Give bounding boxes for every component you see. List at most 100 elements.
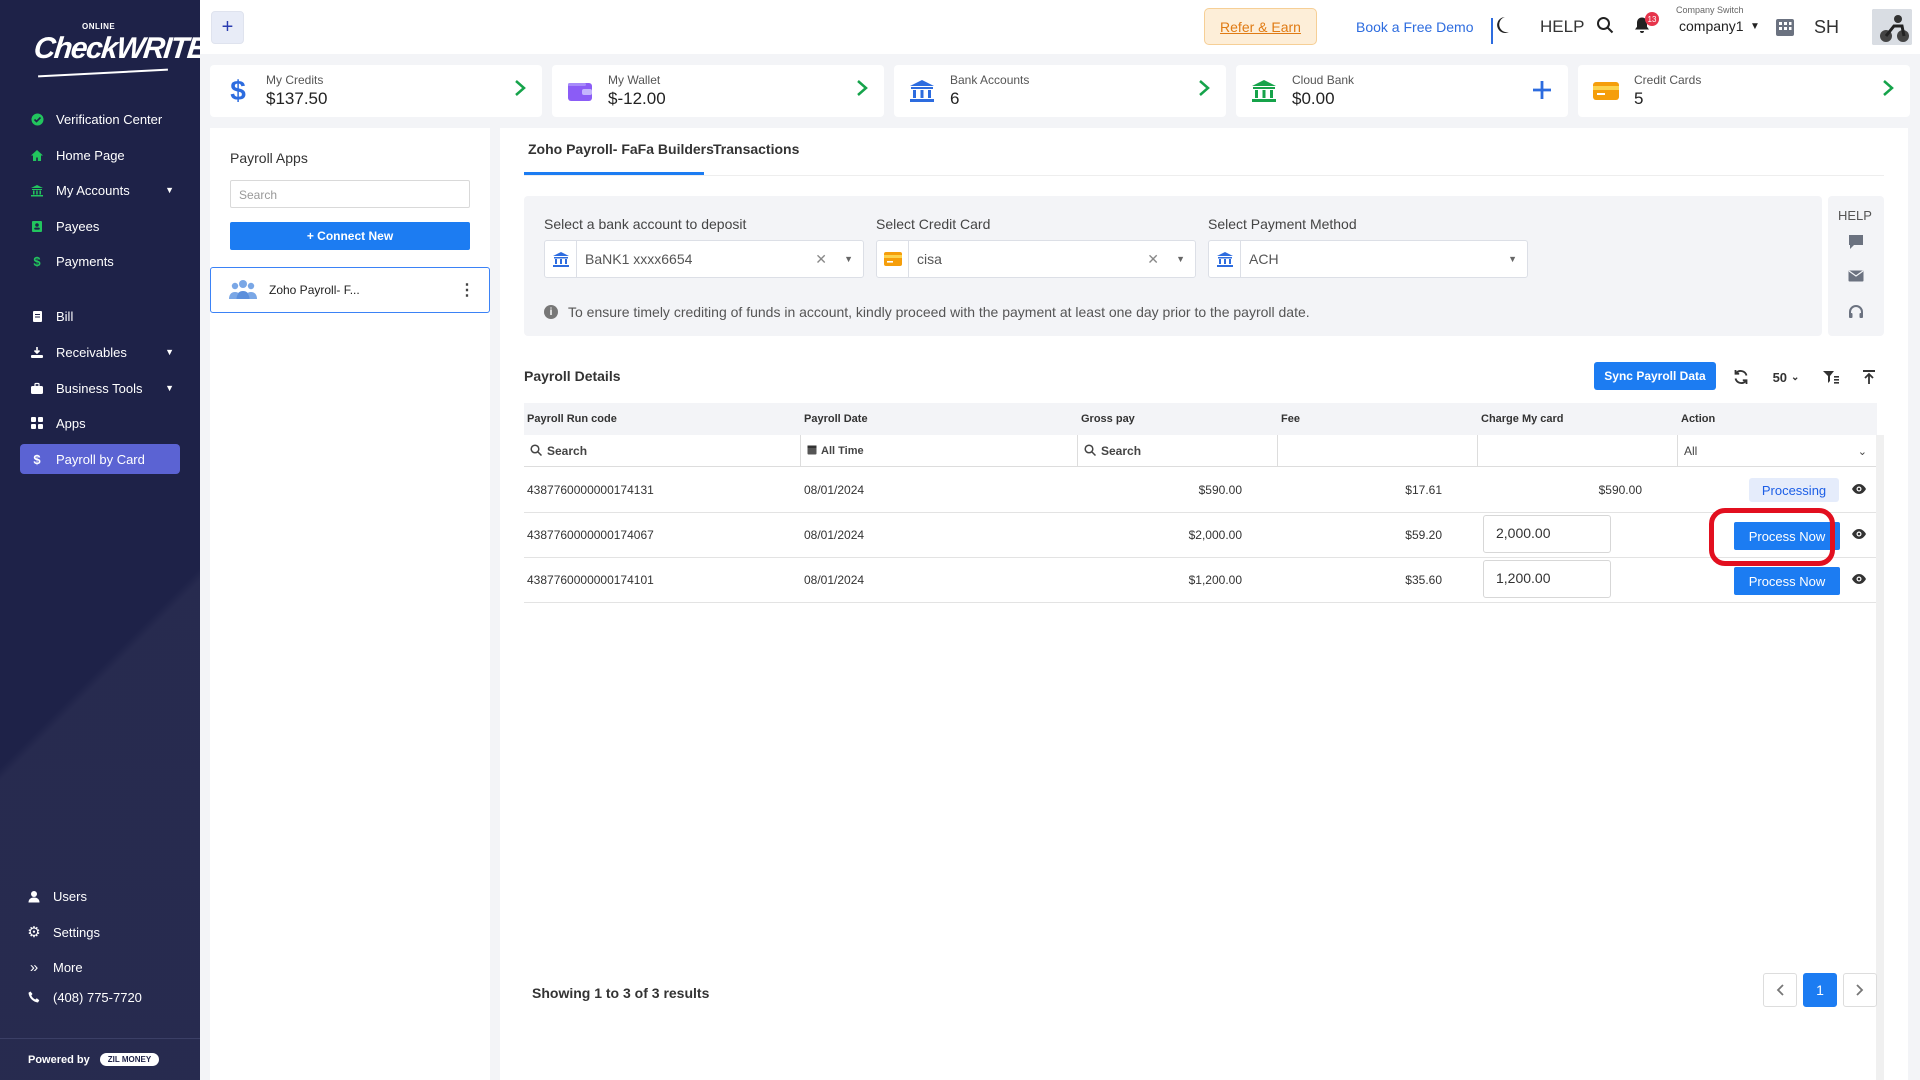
logo-text: CheckWRITER xyxy=(32,32,200,65)
column-header[interactable]: Gross pay xyxy=(1081,413,1135,425)
sidebar-item-payees[interactable]: Payees xyxy=(20,211,180,241)
tab-transactions[interactable]: Transactions xyxy=(713,141,799,157)
card-bank-accounts[interactable]: Bank Accounts 6 xyxy=(894,65,1226,117)
home-icon xyxy=(28,149,46,162)
refresh-icon[interactable] xyxy=(1726,364,1756,390)
phone-icon xyxy=(25,991,43,1003)
scroll-top-icon[interactable] xyxy=(1856,364,1882,390)
sidebar-item-more[interactable]: » More xyxy=(20,952,180,982)
headset-icon[interactable] xyxy=(1848,304,1864,323)
card-cloud-bank[interactable]: Cloud Bank $0.00 xyxy=(1236,65,1568,117)
caret-down-icon[interactable]: ▼ xyxy=(1750,21,1760,32)
clear-icon[interactable]: ✕ xyxy=(1147,251,1159,268)
caret-down-icon[interactable]: ▼ xyxy=(1176,254,1185,264)
sidebar-item-label: Bill xyxy=(56,308,74,324)
charge-amount-input[interactable]: 2,000.00 xyxy=(1483,515,1611,553)
payment-method-value: ACH xyxy=(1249,251,1279,267)
apps-search-input[interactable]: Search xyxy=(230,180,470,208)
notifications-bell-icon[interactable]: 13 xyxy=(1633,12,1659,38)
book-demo-link[interactable]: Book a Free Demo xyxy=(1356,19,1474,35)
checkwriter-logo[interactable]: ONLINE CheckWRITER xyxy=(30,20,200,80)
table-scrollbar[interactable] xyxy=(1876,435,1884,1080)
company-select[interactable]: company1 xyxy=(1679,18,1744,34)
user-initials[interactable]: SH xyxy=(1814,17,1839,38)
sidebar-item-apps[interactable]: Apps xyxy=(20,408,180,438)
sidebar-item-label: Users xyxy=(53,888,87,904)
credit-card-label: Select Credit Card xyxy=(876,216,991,232)
chevron-right-icon[interactable] xyxy=(1882,79,1894,102)
sidebar-item-phone[interactable]: (408) 775-7720 xyxy=(20,982,180,1012)
app-item-zoho-payroll[interactable]: Zoho Payroll- F... ⋮ xyxy=(210,267,490,313)
action-filter-value: All xyxy=(1684,444,1698,458)
add-icon[interactable] xyxy=(1532,75,1552,107)
sidebar-item-my-accounts[interactable]: My Accounts ▼ xyxy=(20,175,180,205)
run-code-search-input[interactable]: Search xyxy=(524,435,801,467)
sync-payroll-button[interactable]: Sync Payroll Data xyxy=(1594,362,1716,390)
connect-new-button[interactable]: + Connect New xyxy=(230,222,470,250)
column-header[interactable]: Payroll Run code xyxy=(527,413,617,425)
pagination-next-button[interactable] xyxy=(1843,973,1877,1007)
process-now-button[interactable]: Process Now xyxy=(1734,522,1840,550)
sidebar-item-users[interactable]: Users xyxy=(20,881,180,911)
sidebar-item-payroll-by-card[interactable]: $ Payroll by Card xyxy=(20,444,180,474)
dark-mode-icon[interactable] xyxy=(1494,16,1510,39)
page-size-select[interactable]: 50 ⌄ xyxy=(1766,364,1806,390)
more-options-icon[interactable]: ⋮ xyxy=(459,280,475,300)
email-icon[interactable] xyxy=(1848,270,1864,285)
sidebar-item-receivables[interactable]: Receivables ▼ xyxy=(20,337,180,367)
view-eye-icon[interactable] xyxy=(1851,483,1867,498)
gross-pay: $1,200.00 xyxy=(1188,573,1242,587)
refer-earn-button[interactable]: Refer & Earn xyxy=(1204,8,1317,45)
logo-small-text: ONLINE xyxy=(82,22,116,31)
column-header[interactable]: Payroll Date xyxy=(804,413,868,425)
chevron-right-icon[interactable] xyxy=(1198,79,1210,102)
filter-list-icon[interactable] xyxy=(1816,364,1846,390)
sidebar-item-settings[interactable]: ⚙ Settings xyxy=(20,917,180,947)
run-code: 4387760000000174131 xyxy=(527,483,654,497)
search-icon[interactable] xyxy=(1596,16,1614,37)
sidebar-item-payments[interactable]: $ Payments xyxy=(20,246,180,276)
bank-account-select[interactable]: BaNK1 xxxx6654 ✕ ▼ xyxy=(544,240,864,278)
view-eye-icon[interactable] xyxy=(1851,573,1867,588)
date-filter[interactable]: All Time xyxy=(801,435,1078,467)
pagination-page-button[interactable]: 1 xyxy=(1803,973,1837,1007)
pagination-prev-button[interactable] xyxy=(1763,973,1797,1007)
payment-filters: Select a bank account to deposit BaNK1 x… xyxy=(524,196,1822,336)
action-filter-select[interactable]: All ⌄ xyxy=(1678,435,1877,467)
payroll-apps-panel: Payroll Apps Search + Connect New Zoho P… xyxy=(210,128,490,1080)
chevron-right-icon[interactable] xyxy=(856,79,868,102)
view-eye-icon[interactable] xyxy=(1851,528,1867,543)
process-now-button[interactable]: Process Now xyxy=(1734,567,1840,595)
charge-amount-input[interactable]: 1,200.00 xyxy=(1483,560,1611,598)
credit-card-select[interactable]: cisa ✕ ▼ xyxy=(876,240,1196,278)
tab-zoho-payroll[interactable]: Zoho Payroll- FaFa Builders xyxy=(528,141,714,157)
bank-icon xyxy=(908,77,936,105)
quick-add-button[interactable]: + xyxy=(211,11,244,44)
sidebar-item-verification-center[interactable]: Verification Center xyxy=(20,104,180,134)
company-building-icon[interactable] xyxy=(1770,13,1800,41)
column-header[interactable]: Fee xyxy=(1281,413,1300,425)
avatar[interactable] xyxy=(1872,9,1912,45)
caret-down-icon[interactable]: ▼ xyxy=(844,254,853,264)
card-value: $0.00 xyxy=(1292,89,1335,108)
card-value: $137.50 xyxy=(266,89,328,108)
chevron-right-icon[interactable] xyxy=(514,79,526,102)
chat-icon[interactable] xyxy=(1848,234,1864,253)
column-header[interactable]: Charge My card xyxy=(1481,413,1564,425)
payment-method-select[interactable]: ACH ▼ xyxy=(1208,240,1528,278)
card-my-credits[interactable]: $ My Credits $137.50 xyxy=(210,65,542,117)
fee-filter xyxy=(1278,435,1478,467)
sidebar-item-home-page[interactable]: Home Page xyxy=(20,140,180,170)
card-label: Credit Cards xyxy=(1634,73,1702,87)
card-my-wallet[interactable]: My Wallet $-12.00 xyxy=(552,65,884,117)
gross-pay-search-input[interactable]: Search xyxy=(1078,435,1278,467)
clear-icon[interactable]: ✕ xyxy=(815,251,827,268)
help-link[interactable]: HELP xyxy=(1540,17,1584,37)
zil-money-logo[interactable]: ZIL MONEY xyxy=(99,1053,160,1066)
caret-down-icon[interactable]: ▼ xyxy=(1508,254,1517,264)
status-badge: Processing xyxy=(1749,478,1839,502)
sidebar-item-business-tools[interactable]: Business Tools ▼ xyxy=(20,373,180,403)
card-credit-cards[interactable]: Credit Cards 5 xyxy=(1578,65,1910,117)
sidebar-item-bill[interactable]: Bill xyxy=(20,301,180,331)
column-header[interactable]: Action xyxy=(1681,413,1715,425)
